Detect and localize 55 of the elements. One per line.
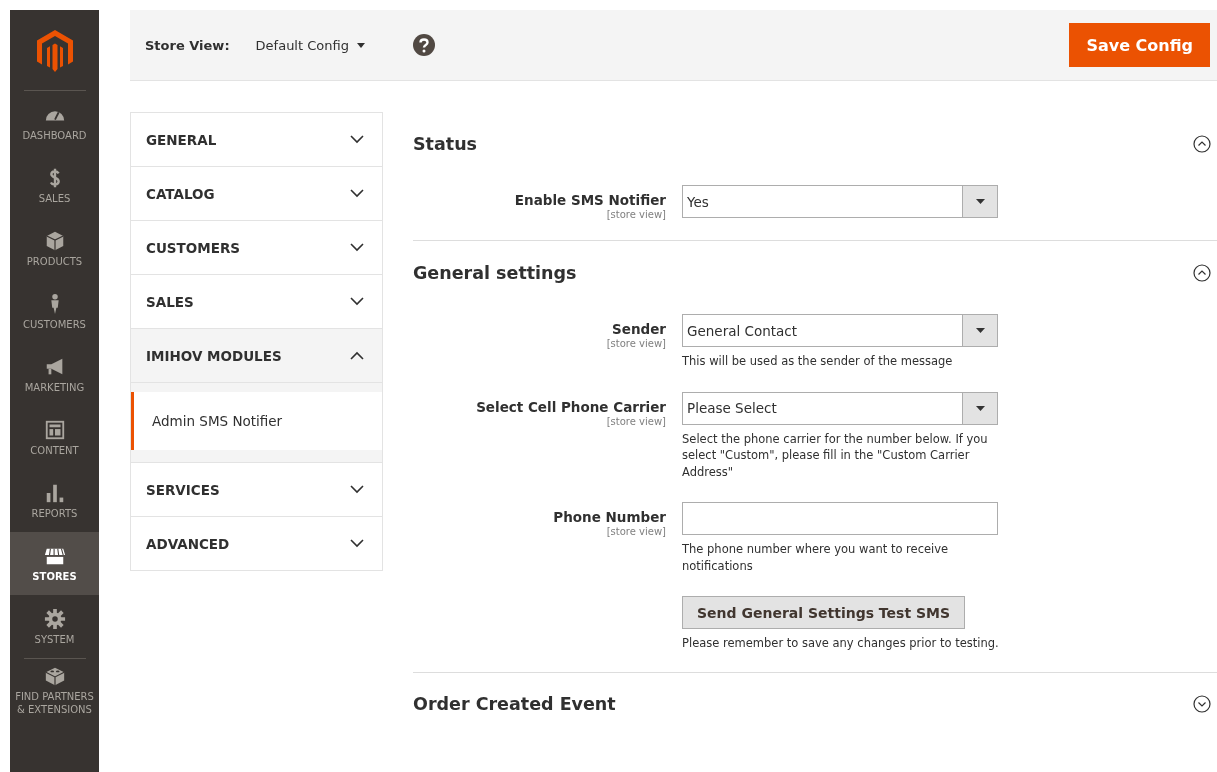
chevron-icon — [350, 243, 364, 252]
nav-item[interactable]: CUSTOMERS — [10, 280, 99, 343]
chevron-icon — [350, 297, 364, 306]
scope-switcher[interactable]: Default Config — [255, 37, 365, 53]
caret-icon — [975, 199, 985, 204]
caret-icon — [975, 328, 985, 333]
logo-icon — [36, 30, 73, 72]
nav-item[interactable]: STORES — [10, 532, 99, 595]
field-label: Phone Number — [553, 509, 666, 525]
config-subtab[interactable]: Admin SMS Notifier — [131, 392, 382, 450]
field-note: Please remember to save any changes prior to testing. — [682, 635, 1000, 652]
nav-item[interactable]: REPORTS — [10, 469, 99, 532]
gear-icon — [43, 607, 66, 630]
collapse-icon[interactable] — [1193, 695, 1211, 713]
scope-label: [store view] — [606, 415, 666, 427]
nav-item[interactable]: CONTENT — [10, 406, 99, 469]
scope-label: [store view] — [606, 338, 666, 349]
field-label: Sender — [612, 321, 666, 337]
dropdown[interactable]: General Contact — [682, 314, 998, 347]
nav-item[interactable]: FIND PARTNERS & EXTENSIONS — [10, 659, 99, 722]
scope-label: [store view] — [606, 526, 666, 537]
scope-switcher-label: Store View: — [145, 37, 230, 53]
field-label: Select Cell Phone Carrier — [476, 398, 666, 415]
dropdown[interactable]: Yes — [682, 185, 998, 218]
config-tab[interactable]: IMIHOV MODULES — [131, 329, 382, 383]
chevron-icon — [350, 539, 364, 548]
collapse-icon[interactable] — [1193, 263, 1211, 282]
save-button[interactable]: Save Config — [1069, 23, 1210, 67]
section-title[interactable]: Status — [413, 133, 478, 154]
chevron-icon — [350, 135, 364, 144]
test-sms-button[interactable]: Send General Settings Test SMS — [682, 596, 966, 629]
scope-label: [store view] — [606, 209, 666, 220]
chevron-icon — [350, 189, 364, 198]
collapse-icon[interactable] — [1193, 134, 1211, 153]
field-label: Enable SMS Notifier — [514, 192, 666, 208]
field-note: Select the phone carrier for the number below. If you select "Custom", please fill in the "Custom Carrier Address" — [682, 430, 989, 480]
nav-item[interactable]: MARKETING — [10, 343, 99, 406]
nav-item[interactable]: DASHBOARD — [10, 91, 99, 154]
field-note: This will be used as the sender of the message — [682, 353, 954, 370]
chevron-icon — [350, 485, 364, 494]
caret-icon — [356, 42, 365, 48]
section-title[interactable]: General settings — [413, 262, 577, 283]
box-icon — [43, 229, 66, 252]
layout-icon — [43, 418, 66, 441]
help-icon[interactable] — [412, 34, 435, 56]
section-title[interactable]: Order Created Event — [413, 694, 616, 714]
input-field[interactable] — [682, 502, 998, 535]
blocks-icon — [43, 665, 66, 687]
chevron-icon — [350, 351, 364, 360]
caret-icon — [975, 405, 985, 411]
nav-item[interactable]: PRODUCTS — [10, 217, 99, 280]
nav-item[interactable]: SYSTEM — [10, 595, 99, 658]
field-note: The phone number where you want to receive notifications — [682, 541, 950, 574]
nav-item[interactable]: SALES — [10, 154, 99, 217]
dropdown[interactable]: Please Select — [682, 391, 998, 425]
